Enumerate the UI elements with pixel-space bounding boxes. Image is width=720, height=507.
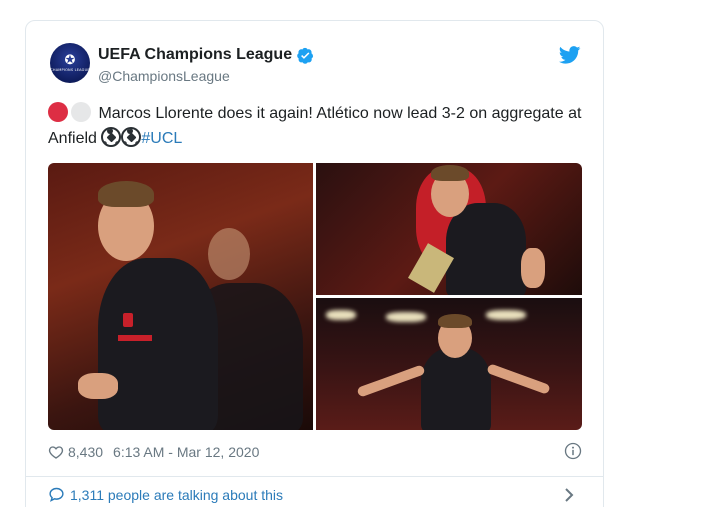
avatar[interactable]: ✪ CHAMPIONS LEAGUE <box>50 43 90 83</box>
embedded-tweet-card: ✪ CHAMPIONS LEAGUE UEFA Champions League… <box>25 20 604 507</box>
author-name-row[interactable]: UEFA Champions League <box>98 46 314 64</box>
heart-icon[interactable] <box>48 444 64 460</box>
divider <box>26 476 603 477</box>
chevron-right-icon[interactable] <box>563 488 575 502</box>
twitter-bird-icon[interactable] <box>559 46 581 64</box>
author-name[interactable]: UEFA Champions League <box>98 46 292 64</box>
tweet-media-grid <box>48 163 582 430</box>
soccer-ball-icon <box>121 127 142 147</box>
white-circle-icon <box>71 102 91 122</box>
speech-bubble-icon <box>49 487 64 502</box>
conversation-count[interactable]: 1,311 people are talking about this <box>70 487 283 503</box>
photo-player-arms-outstretched[interactable] <box>316 298 582 430</box>
starball-logo-icon: ✪ <box>64 52 76 67</box>
author-handle[interactable]: @ChampionsLeague <box>98 68 230 84</box>
red-circle-icon <box>48 102 68 122</box>
soccer-ball-icon <box>101 127 122 147</box>
avatar-label: CHAMPIONS LEAGUE <box>50 68 90 72</box>
tweet-timestamp[interactable]: 6:13 AM - Mar 12, 2020 <box>113 444 259 460</box>
like-count[interactable]: 8,430 <box>68 444 103 460</box>
hashtag-link[interactable]: #UCL <box>141 130 182 147</box>
photo-players-hugging[interactable] <box>316 163 582 295</box>
verified-badge-icon <box>297 47 314 64</box>
tweet-text: Marcos Llorente does it again! Atlético … <box>48 101 588 151</box>
info-icon[interactable] <box>564 442 582 460</box>
conversation-link[interactable]: 1,311 people are talking about this <box>48 486 283 503</box>
tweet-meta-row: 8,430 6:13 AM - Mar 12, 2020 <box>48 441 582 463</box>
photo-player-celebrating[interactable] <box>48 163 313 430</box>
